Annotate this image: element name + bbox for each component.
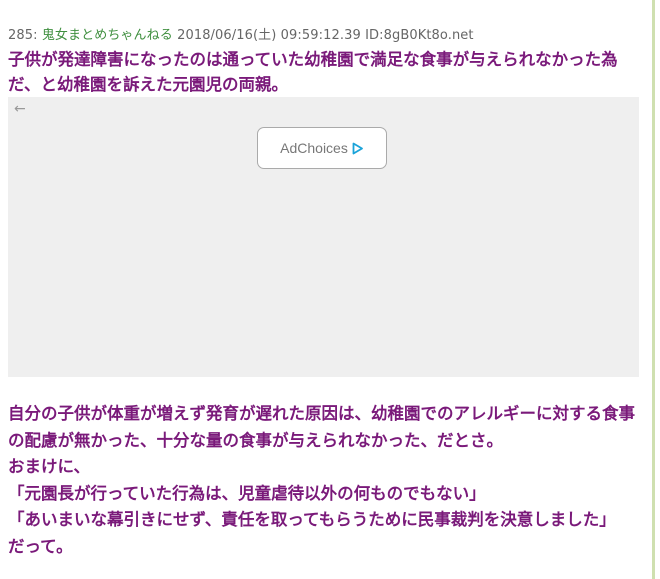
ad-container[interactable]: ← AdChoices <box>8 97 639 377</box>
post-datetime: 2018/06/16(土) 09:59:12.39 <box>177 28 361 43</box>
page-right-border <box>652 0 655 579</box>
body-line: 「あいまいな幕引きにせず、責任を取ってもらうために民事裁判を決意しました」 <box>8 510 616 529</box>
post-meta: 285: 鬼女まとめちゃんねる 2018/06/16(土) 09:59:12.3… <box>8 24 474 43</box>
post-id: ID:8gB0Kt8o.net <box>365 28 474 43</box>
post-body: 自分の子供が体重が増えず発育が遅れた原因は、幼稚園でのアレルギーに対する食事の配… <box>8 401 650 560</box>
body-line: だって。 <box>8 536 73 556</box>
body-line: 「元園長が行っていた行為は、児童虐待以外の何ものでもない」 <box>8 483 486 503</box>
back-arrow-icon[interactable]: ← <box>14 100 26 118</box>
body-line: おまけに、 <box>8 457 91 476</box>
adchoices-label: AdChoices <box>280 140 348 156</box>
post-number: 285: <box>8 28 38 43</box>
adchoices-triangle-icon <box>352 142 363 154</box>
post-title: 子供が発達障害になったのは通っていた幼稚園で満足な食事が与えられなかった為だ、と… <box>8 50 618 94</box>
body-line: 自分の子供が体重が増えず発育が遅れた原因は、幼稚園でのアレルギーに対する食事の配… <box>8 404 635 450</box>
poster-name-link[interactable]: 鬼女まとめちゃんねる <box>42 28 173 43</box>
adchoices-button[interactable]: AdChoices <box>257 127 387 169</box>
